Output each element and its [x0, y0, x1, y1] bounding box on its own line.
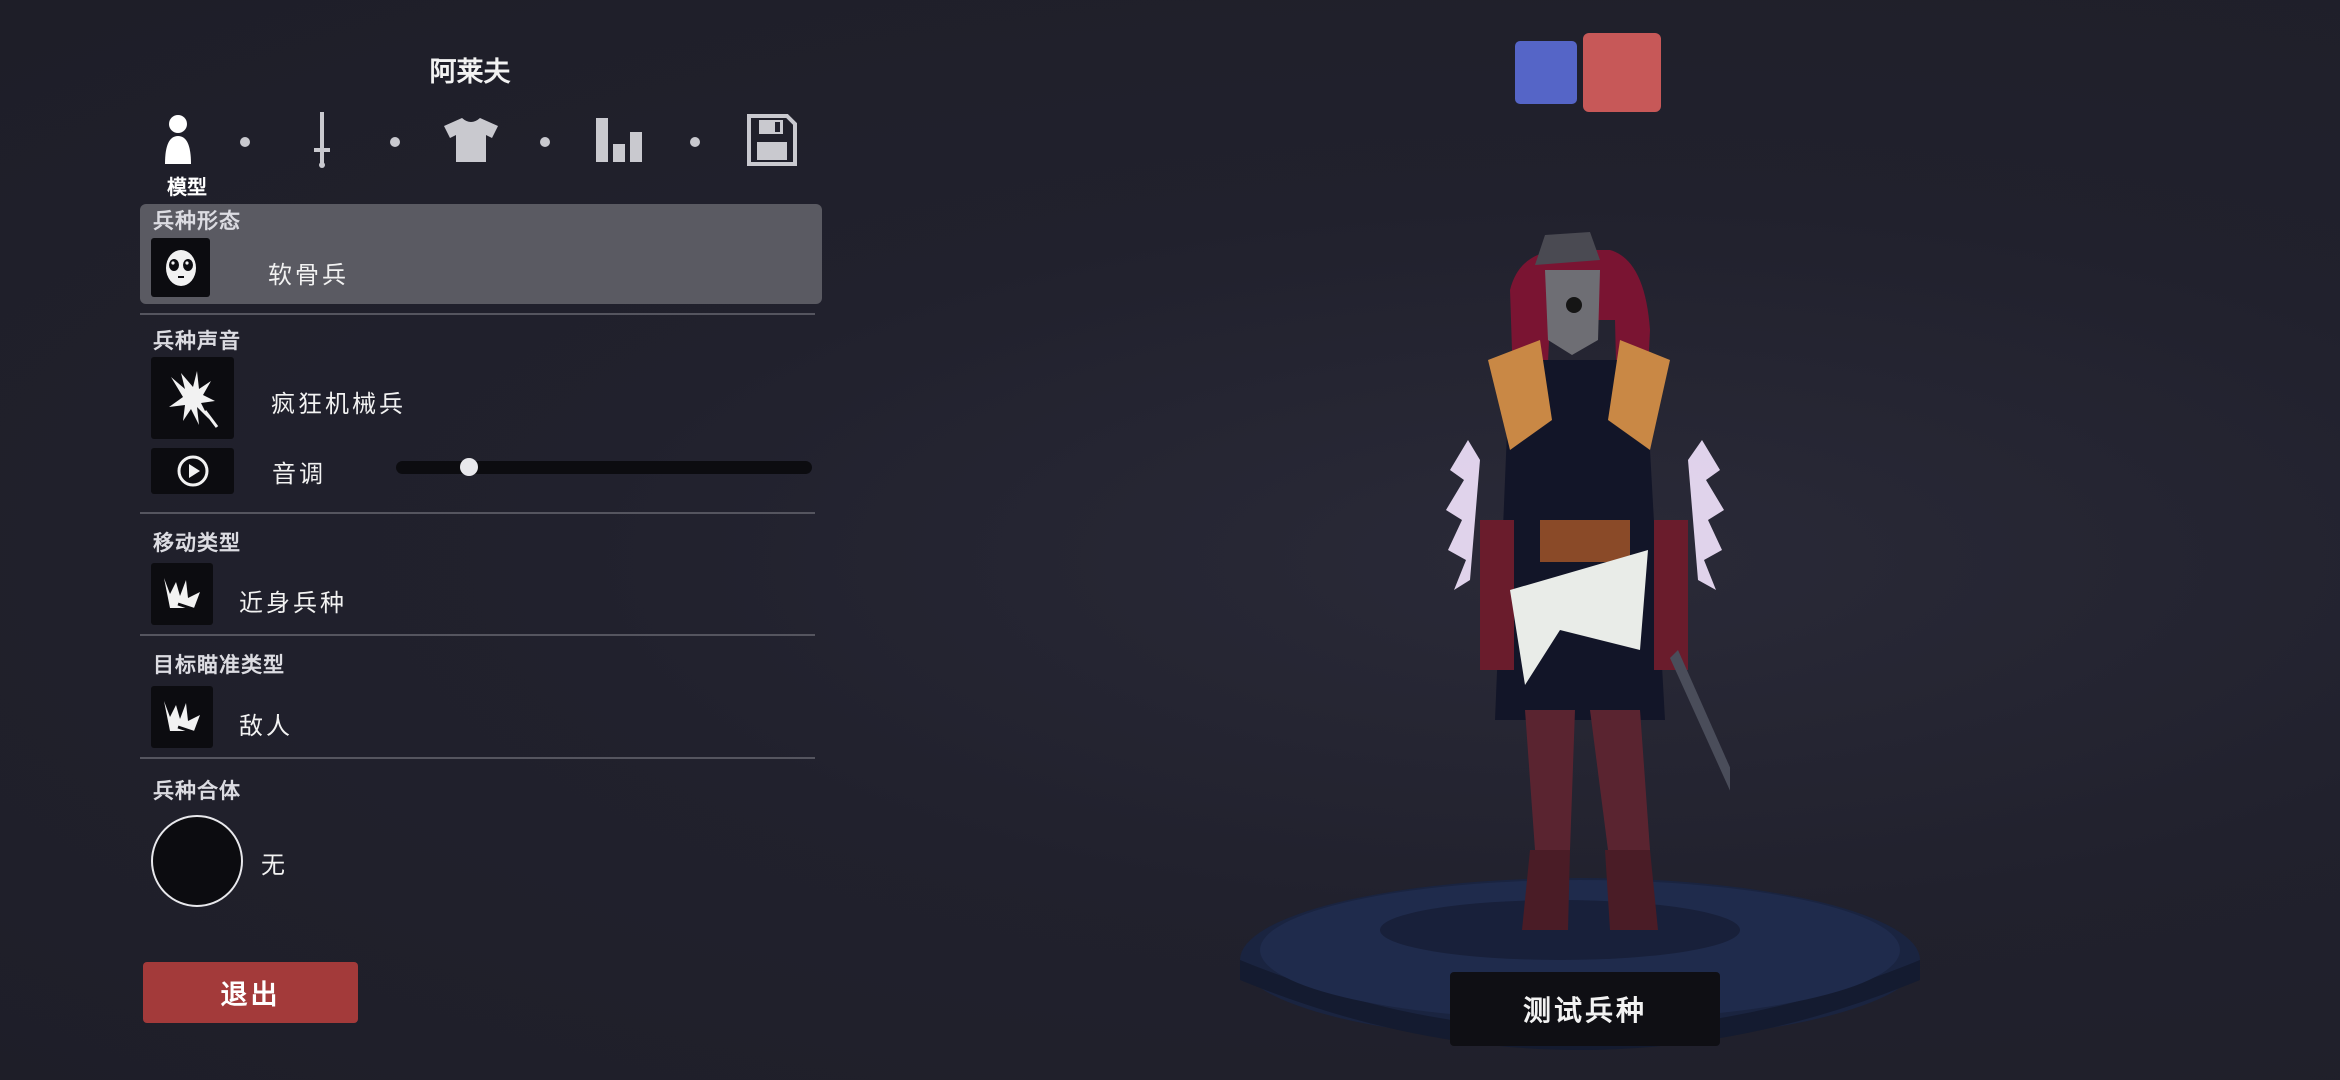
- shirt-icon: [444, 118, 498, 162]
- targeting-select-button[interactable]: [151, 686, 213, 748]
- step-stats[interactable]: [586, 105, 656, 175]
- step-clothing[interactable]: [436, 105, 506, 175]
- step-separator-dot: [390, 137, 400, 147]
- step-separator-dot: [540, 137, 550, 147]
- step-separator-dot: [690, 137, 700, 147]
- unit-preview-model: [1446, 232, 1730, 930]
- test-unit-button[interactable]: 测试兵种: [1450, 972, 1720, 1046]
- play-icon: [177, 455, 208, 487]
- step-model[interactable]: [143, 105, 213, 175]
- pitch-slider[interactable]: [396, 458, 812, 476]
- unit-form-value: 软骨兵: [268, 261, 349, 289]
- team-blue-button[interactable]: [1515, 41, 1577, 104]
- pitch-label: 音调: [272, 460, 326, 488]
- voice-select-button[interactable]: [151, 357, 234, 439]
- bar-chart-icon: [596, 118, 642, 162]
- melee-crown-icon: [164, 578, 200, 612]
- step-label-model: 模型: [167, 175, 207, 199]
- unit-form-row[interactable]: [140, 204, 822, 304]
- editor-stepper: 模型: [140, 105, 807, 199]
- targeting-value: 敌人: [239, 712, 293, 740]
- section-title-voice: 兵种声音: [153, 329, 241, 353]
- section-title-combine: 兵种合体: [153, 779, 241, 803]
- creature-icon: [168, 371, 218, 428]
- pitch-slider-knob[interactable]: [459, 458, 478, 476]
- combine-value: 无: [261, 851, 288, 879]
- section-divider: [140, 313, 815, 315]
- melee-crown-icon: [164, 701, 200, 735]
- step-save[interactable]: [737, 105, 807, 175]
- alien-face-icon: [165, 249, 196, 286]
- team-red-button[interactable]: [1583, 33, 1661, 112]
- unit-combine-button[interactable]: [151, 815, 243, 907]
- step-weapons[interactable]: [287, 105, 357, 175]
- unit-name-title: 阿莱夫: [429, 57, 511, 88]
- voice-value: 疯狂机械兵: [271, 390, 406, 418]
- section-divider: [140, 512, 815, 514]
- section-divider: [140, 634, 815, 636]
- section-title-form: 兵种形态: [153, 209, 241, 233]
- save-icon: [747, 114, 797, 166]
- exit-button[interactable]: 退出: [143, 962, 358, 1023]
- section-title-movement: 移动类型: [153, 531, 241, 555]
- movement-value: 近身兵种: [239, 589, 347, 617]
- section-divider: [140, 757, 815, 759]
- movement-select-button[interactable]: [151, 563, 213, 625]
- play-voice-button[interactable]: [151, 448, 234, 494]
- unit-form-icon-box: [151, 238, 210, 297]
- person-icon: [165, 115, 191, 164]
- section-title-targeting: 目标瞄准类型: [153, 653, 285, 677]
- step-separator-dot: [240, 137, 250, 147]
- sword-icon: [314, 112, 330, 168]
